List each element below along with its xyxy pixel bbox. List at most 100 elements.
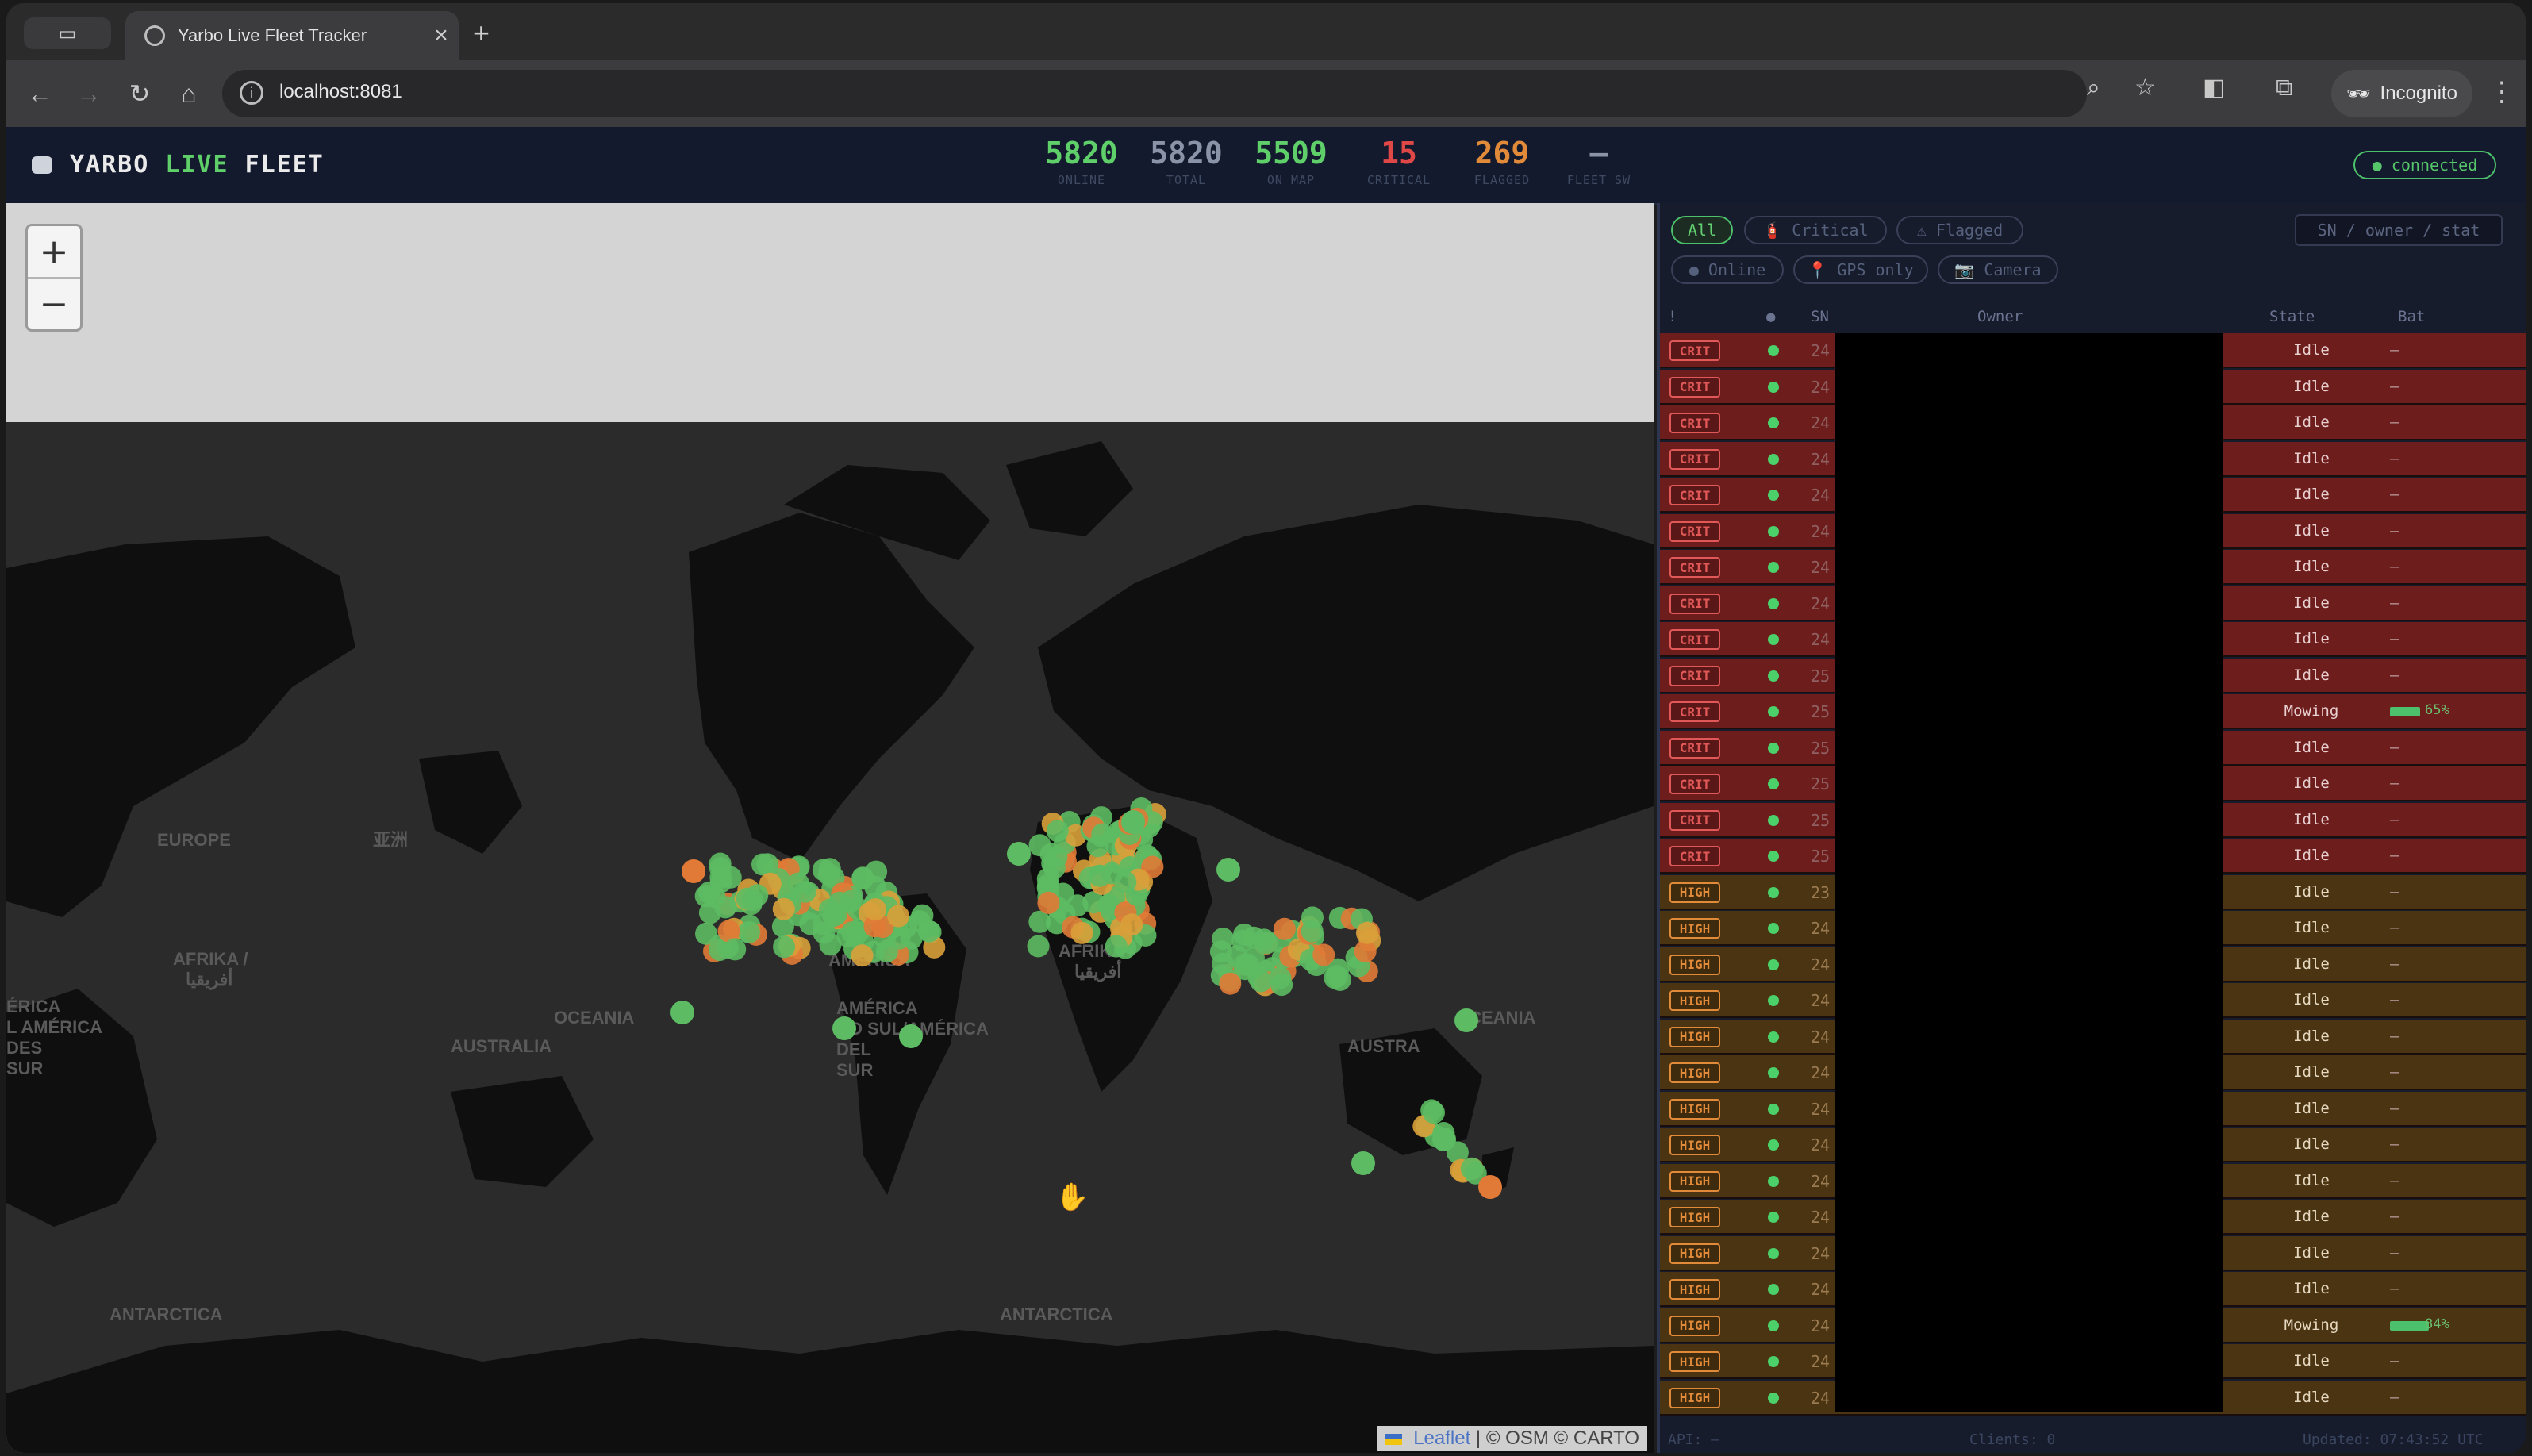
home-icon[interactable]: ⌂ (171, 76, 206, 111)
tab-title: Yarbo Live Fleet Tracker (178, 25, 367, 45)
side-panel-icon[interactable]: ◧ (2203, 75, 2225, 102)
filter-all-chip[interactable]: All (1671, 216, 1733, 244)
device-marker[interactable] (1233, 923, 1255, 946)
serial-number: 24 (1811, 1280, 1831, 1299)
bookmark-star-icon[interactable]: ☆ (2134, 75, 2156, 102)
severity-badge: CRIT (1669, 846, 1720, 866)
address-url: localhost:8081 (279, 81, 402, 102)
battery-value: — (2390, 1027, 2399, 1045)
zoom-icon[interactable]: ⌕ (2087, 75, 2100, 102)
device-marker[interactable] (1216, 858, 1240, 882)
zoom-in-button[interactable]: + (28, 226, 80, 279)
close-tab-icon[interactable]: × (424, 22, 459, 49)
serial-number: 24 (1811, 991, 1831, 1010)
filter-critical-chip[interactable]: 🧯 Critical (1744, 216, 1887, 244)
filter-online-chip[interactable]: ● Online (1671, 255, 1784, 284)
serial-number: 24 (1811, 630, 1831, 649)
map-canvas[interactable]: EUROPE亚洲AFRIKA /أفريقياAMÉRICAOCEANIAAUS… (6, 203, 1654, 1453)
device-marker[interactable] (1253, 928, 1276, 951)
device-marker[interactable] (1460, 1157, 1483, 1180)
severity-badge: HIGH (1669, 1062, 1720, 1083)
tab-search-button[interactable]: ▭ (24, 17, 111, 49)
device-marker[interactable] (1007, 842, 1031, 866)
device-marker[interactable] (1037, 891, 1060, 914)
device-marker[interactable] (851, 944, 874, 967)
device-marker[interactable] (1219, 972, 1242, 995)
device-marker[interactable] (698, 901, 721, 924)
site-info-icon[interactable]: i (240, 81, 263, 105)
device-marker[interactable] (1105, 935, 1128, 958)
device-marker[interactable] (917, 920, 940, 943)
device-marker[interactable] (1066, 894, 1089, 917)
battery-value: — (2390, 919, 2399, 936)
device-marker[interactable] (864, 898, 887, 921)
device-marker[interactable] (756, 853, 779, 876)
filter-camera-chip[interactable]: 📷 Camera (1938, 255, 2058, 284)
serial-number: 24 (1811, 594, 1831, 613)
col-state[interactable]: State (2269, 308, 2315, 325)
device-marker[interactable] (787, 872, 810, 895)
device-marker[interactable] (1423, 1101, 1445, 1124)
device-marker[interactable] (1045, 846, 1068, 869)
zoom-out-button[interactable]: − (28, 279, 80, 329)
device-marker[interactable] (773, 935, 796, 959)
filter-flagged-chip[interactable]: ⚠ Flagged (1896, 216, 2023, 244)
device-marker[interactable] (709, 870, 732, 893)
forward-icon[interactable]: → (71, 76, 106, 111)
address-bar[interactable]: i localhost:8081 (222, 70, 2087, 117)
device-marker[interactable] (899, 1024, 923, 1048)
battery-value: — (2390, 1280, 2399, 1297)
device-search-input[interactable]: SN / owner / stat (2295, 214, 2503, 246)
stat-label: ONLINE (1057, 173, 1106, 187)
device-marker[interactable] (840, 921, 863, 944)
device-marker[interactable] (1101, 862, 1124, 885)
fleet-map[interactable]: EUROPE亚洲AFRIKA /أفريقياAMÉRICAOCEANIAAUS… (6, 203, 1654, 1453)
device-marker[interactable] (682, 859, 705, 883)
device-marker[interactable] (1478, 1175, 1502, 1199)
col-sn[interactable]: SN (1811, 308, 1829, 325)
col-sort[interactable]: ! (1668, 308, 1677, 325)
device-marker[interactable] (1212, 952, 1235, 975)
reload-icon[interactable]: ↻ (122, 76, 157, 111)
filter-gps-chip[interactable]: 📍 GPS only (1793, 255, 1928, 284)
leaflet-link[interactable]: Leaflet (1413, 1427, 1470, 1449)
device-marker[interactable] (887, 905, 910, 928)
device-marker[interactable] (1301, 920, 1324, 943)
device-marker[interactable] (1046, 820, 1069, 843)
device-marker[interactable] (695, 922, 717, 945)
online-dot-icon (1768, 995, 1779, 1006)
device-marker[interactable] (1269, 966, 1292, 989)
device-marker[interactable] (772, 897, 795, 920)
back-icon[interactable]: ← (22, 76, 57, 111)
device-marker[interactable] (1273, 917, 1296, 940)
device-marker[interactable] (1250, 970, 1273, 993)
device-marker[interactable] (1312, 943, 1335, 966)
device-marker[interactable] (746, 884, 769, 907)
device-marker[interactable] (1432, 1128, 1456, 1151)
device-marker[interactable] (1120, 913, 1143, 936)
device-marker[interactable] (824, 903, 847, 926)
new-tab-button[interactable]: + (473, 17, 490, 49)
severity-badge: HIGH (1669, 1315, 1720, 1336)
device-marker[interactable] (1324, 966, 1347, 989)
browser-menu-icon[interactable]: ⋮ (2488, 76, 2515, 108)
browser-tab[interactable]: Yarbo Live Fleet Tracker × (125, 11, 459, 60)
device-marker[interactable] (670, 1001, 694, 1024)
col-owner[interactable]: Owner (1977, 308, 2023, 325)
device-marker[interactable] (1091, 823, 1114, 846)
device-marker[interactable] (1121, 810, 1145, 834)
device-marker[interactable] (1454, 1008, 1478, 1032)
device-marker[interactable] (832, 1016, 856, 1040)
col-bat[interactable]: Bat (2398, 308, 2425, 325)
device-marker[interactable] (865, 860, 888, 883)
device-marker[interactable] (724, 938, 747, 961)
extensions-icon[interactable]: ⧉ (2276, 75, 2292, 102)
device-marker[interactable] (1070, 921, 1093, 944)
device-marker[interactable] (1355, 921, 1378, 944)
brand-logo: YARBO LIVE FLEET (32, 151, 325, 179)
device-marker[interactable] (1027, 935, 1050, 958)
incognito-badge[interactable]: 🕶 Incognito (2331, 70, 2472, 117)
col-status[interactable]: ● (1766, 308, 1775, 325)
device-marker[interactable] (737, 920, 760, 943)
device-marker[interactable] (1351, 1151, 1375, 1175)
